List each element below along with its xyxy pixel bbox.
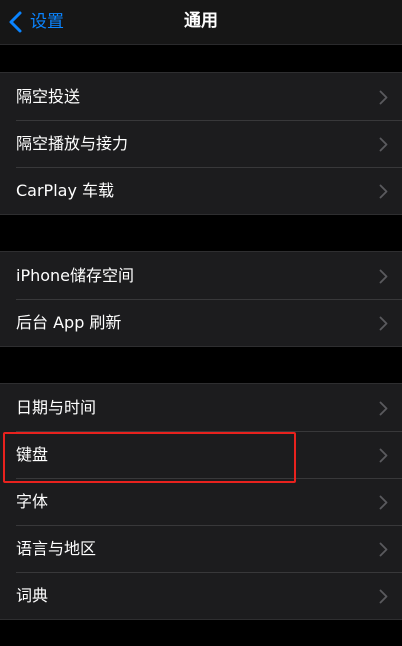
chevron-right-icon [379, 542, 388, 556]
row-label: iPhone储存空间 [16, 265, 135, 285]
chevron-right-icon [379, 184, 388, 198]
settings-group-regional: 日期与时间 键盘 字体 语言与地区 词典 [0, 383, 402, 620]
page-title: 通用 [184, 11, 218, 31]
row-iphone-storage[interactable]: iPhone储存空间 [0, 252, 402, 299]
row-airdrop[interactable]: 隔空投送 [0, 73, 402, 120]
row-fonts[interactable]: 字体 [0, 478, 402, 525]
row-airplay-handoff[interactable]: 隔空播放与接力 [0, 120, 402, 167]
row-label: 词典 [16, 585, 49, 605]
row-background-app-refresh[interactable]: 后台 App 刷新 [0, 299, 402, 346]
row-dictionary[interactable]: 词典 [0, 572, 402, 619]
row-label: 日期与时间 [16, 397, 97, 417]
chevron-right-icon [379, 401, 388, 415]
row-label: CarPlay 车载 [16, 180, 115, 200]
settings-group-sharing: 隔空投送 隔空播放与接力 CarPlay 车载 [0, 72, 402, 215]
row-label: 键盘 [16, 444, 49, 464]
chevron-right-icon [379, 90, 388, 104]
row-label: 隔空投送 [16, 86, 81, 106]
settings-list: 隔空投送 隔空播放与接力 CarPlay 车载 iPhone储存空间 后台 Ap… [0, 45, 402, 620]
row-language-region[interactable]: 语言与地区 [0, 525, 402, 572]
row-keyboard[interactable]: 键盘 [0, 431, 402, 478]
row-label: 字体 [16, 491, 49, 511]
chevron-right-icon [379, 448, 388, 462]
row-label: 后台 App 刷新 [16, 312, 122, 332]
chevron-right-icon [379, 137, 388, 151]
chevron-right-icon [379, 495, 388, 509]
row-carplay[interactable]: CarPlay 车载 [0, 167, 402, 214]
row-label: 隔空播放与接力 [16, 133, 129, 153]
chevron-right-icon [379, 269, 388, 283]
chevron-right-icon [379, 316, 388, 330]
navigation-bar: 设置 通用 [0, 0, 402, 45]
settings-group-storage: iPhone储存空间 后台 App 刷新 [0, 251, 402, 347]
row-label: 语言与地区 [16, 538, 97, 558]
row-date-time[interactable]: 日期与时间 [0, 384, 402, 431]
chevron-right-icon [379, 589, 388, 603]
